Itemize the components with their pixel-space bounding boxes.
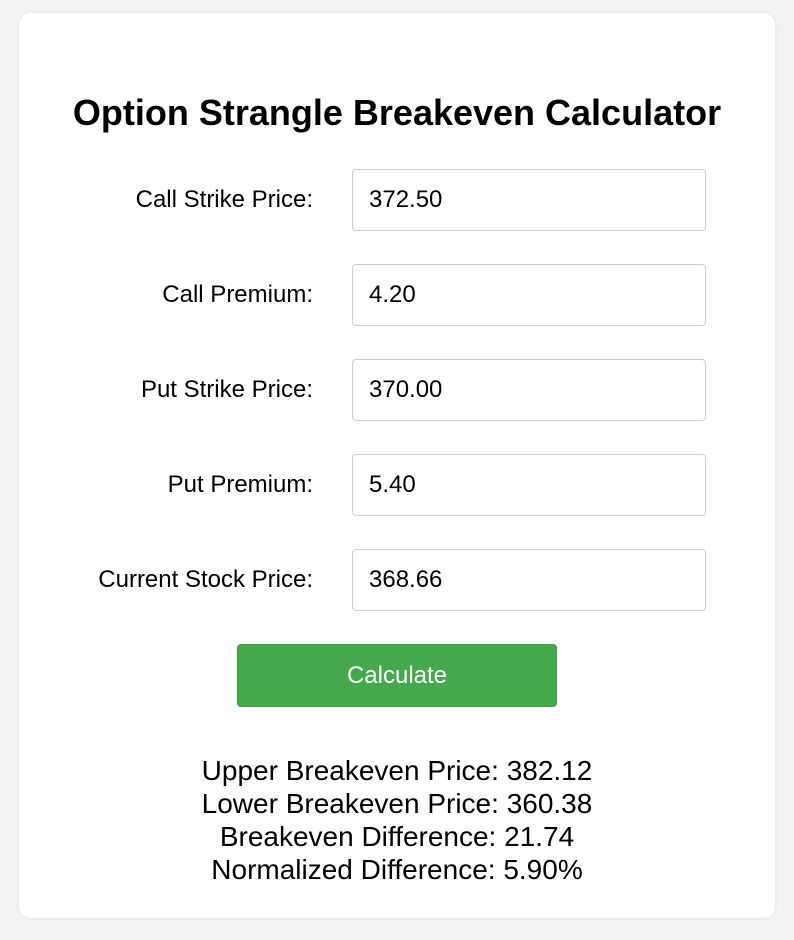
call-premium-label: Call Premium: [162,281,313,308]
put-premium-row: Put Premium: [19,454,775,516]
stock-price-label: Current Stock Price: [98,566,313,593]
stock-price-input[interactable] [352,549,706,611]
results-panel: Upper Breakeven Price: 382.12 Lower Brea… [19,754,775,886]
calculator-card: Option Strangle Breakeven Calculator Cal… [19,13,775,918]
call-strike-row: Call Strike Price: [19,169,775,231]
put-strike-row: Put Strike Price: [19,359,775,421]
put-premium-input[interactable] [352,454,706,516]
breakeven-difference-result: Breakeven Difference: 21.74 [219,821,575,852]
call-premium-row: Call Premium: [19,264,775,326]
normalized-difference-result: Normalized Difference: 5.90% [211,854,583,885]
call-premium-input[interactable] [352,264,706,326]
upper-breakeven-result: Upper Breakeven Price: 382.12 [201,755,593,786]
stock-price-row: Current Stock Price: [19,549,775,611]
call-strike-label: Call Strike Price: [135,186,313,213]
call-strike-input[interactable] [352,169,706,231]
put-strike-input[interactable] [352,359,706,421]
put-strike-label: Put Strike Price: [140,376,313,403]
put-premium-label: Put Premium: [167,471,313,498]
lower-breakeven-result: Lower Breakeven Price: 360.38 [201,788,593,819]
page-title: Option Strangle Breakeven Calculator [72,92,722,133]
calculate-button[interactable]: Calculate [237,644,557,707]
